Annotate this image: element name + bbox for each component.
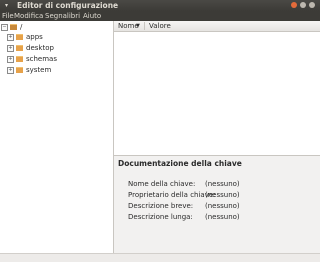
folder-icon (16, 67, 23, 73)
long-description-label: Descrizione lunga: (128, 213, 193, 221)
minimize-window-button[interactable] (300, 2, 306, 8)
window-title: Editor di configurazione (17, 1, 119, 10)
tree-item-label: apps (26, 33, 43, 41)
key-documentation-panel: Documentazione della chiave Nome della c… (114, 155, 320, 254)
menu-file[interactable]: File (2, 12, 14, 20)
tree-root[interactable]: − / (1, 22, 22, 32)
expand-icon[interactable]: + (7, 33, 14, 41)
maximize-window-button[interactable] (309, 2, 315, 8)
tree-item-label: desktop (26, 44, 54, 52)
key-tree[interactable]: − / + apps + desktop + schemas + system (0, 21, 114, 253)
tree-root-label: / (20, 23, 23, 31)
expand-icon[interactable]: + (7, 66, 14, 74)
folder-icon (16, 34, 23, 40)
window-menu-icon[interactable]: ▾ (5, 2, 8, 9)
expand-icon[interactable]: + (7, 55, 14, 63)
close-window-button[interactable] (291, 2, 297, 8)
title-bar: ▾ Editor di configurazione (0, 0, 320, 11)
tree-item-system[interactable]: + system (7, 65, 51, 75)
tree-item-schemas[interactable]: + schemas (7, 54, 57, 64)
short-description-label: Descrizione breve: (128, 202, 194, 210)
key-owner-label: Proprietario della chiave: (128, 191, 216, 199)
column-separator[interactable] (144, 22, 145, 30)
folder-icon (16, 45, 23, 51)
menu-segnalibri[interactable]: Segnalibri (45, 12, 80, 20)
list-header: Nome ▼ Valore (114, 21, 320, 32)
collapse-icon[interactable]: − (1, 23, 8, 31)
menu-aiuto[interactable]: Aiuto (83, 12, 101, 20)
short-description-value: (nessuno) (205, 202, 240, 210)
folder-icon (10, 24, 17, 30)
key-owner-value: (nessuno) (205, 191, 240, 199)
tree-item-desktop[interactable]: + desktop (7, 43, 54, 53)
expand-icon[interactable]: + (7, 44, 14, 52)
menu-modifica[interactable]: Modifica (14, 12, 43, 20)
tree-item-label: schemas (26, 55, 57, 63)
tree-item-label: system (26, 66, 52, 74)
tree-item-apps[interactable]: + apps (7, 32, 43, 42)
documentation-heading: Documentazione della chiave (118, 159, 242, 168)
folder-icon (16, 56, 23, 62)
key-name-label: Nome della chiave: (128, 180, 196, 188)
column-valore[interactable]: Valore (149, 22, 171, 30)
long-description-value: (nessuno) (205, 213, 240, 221)
key-name-value: (nessuno) (205, 180, 240, 188)
sort-descending-icon: ▼ (136, 23, 140, 29)
menu-bar: File Modifica Segnalibri Aiuto (0, 11, 320, 21)
